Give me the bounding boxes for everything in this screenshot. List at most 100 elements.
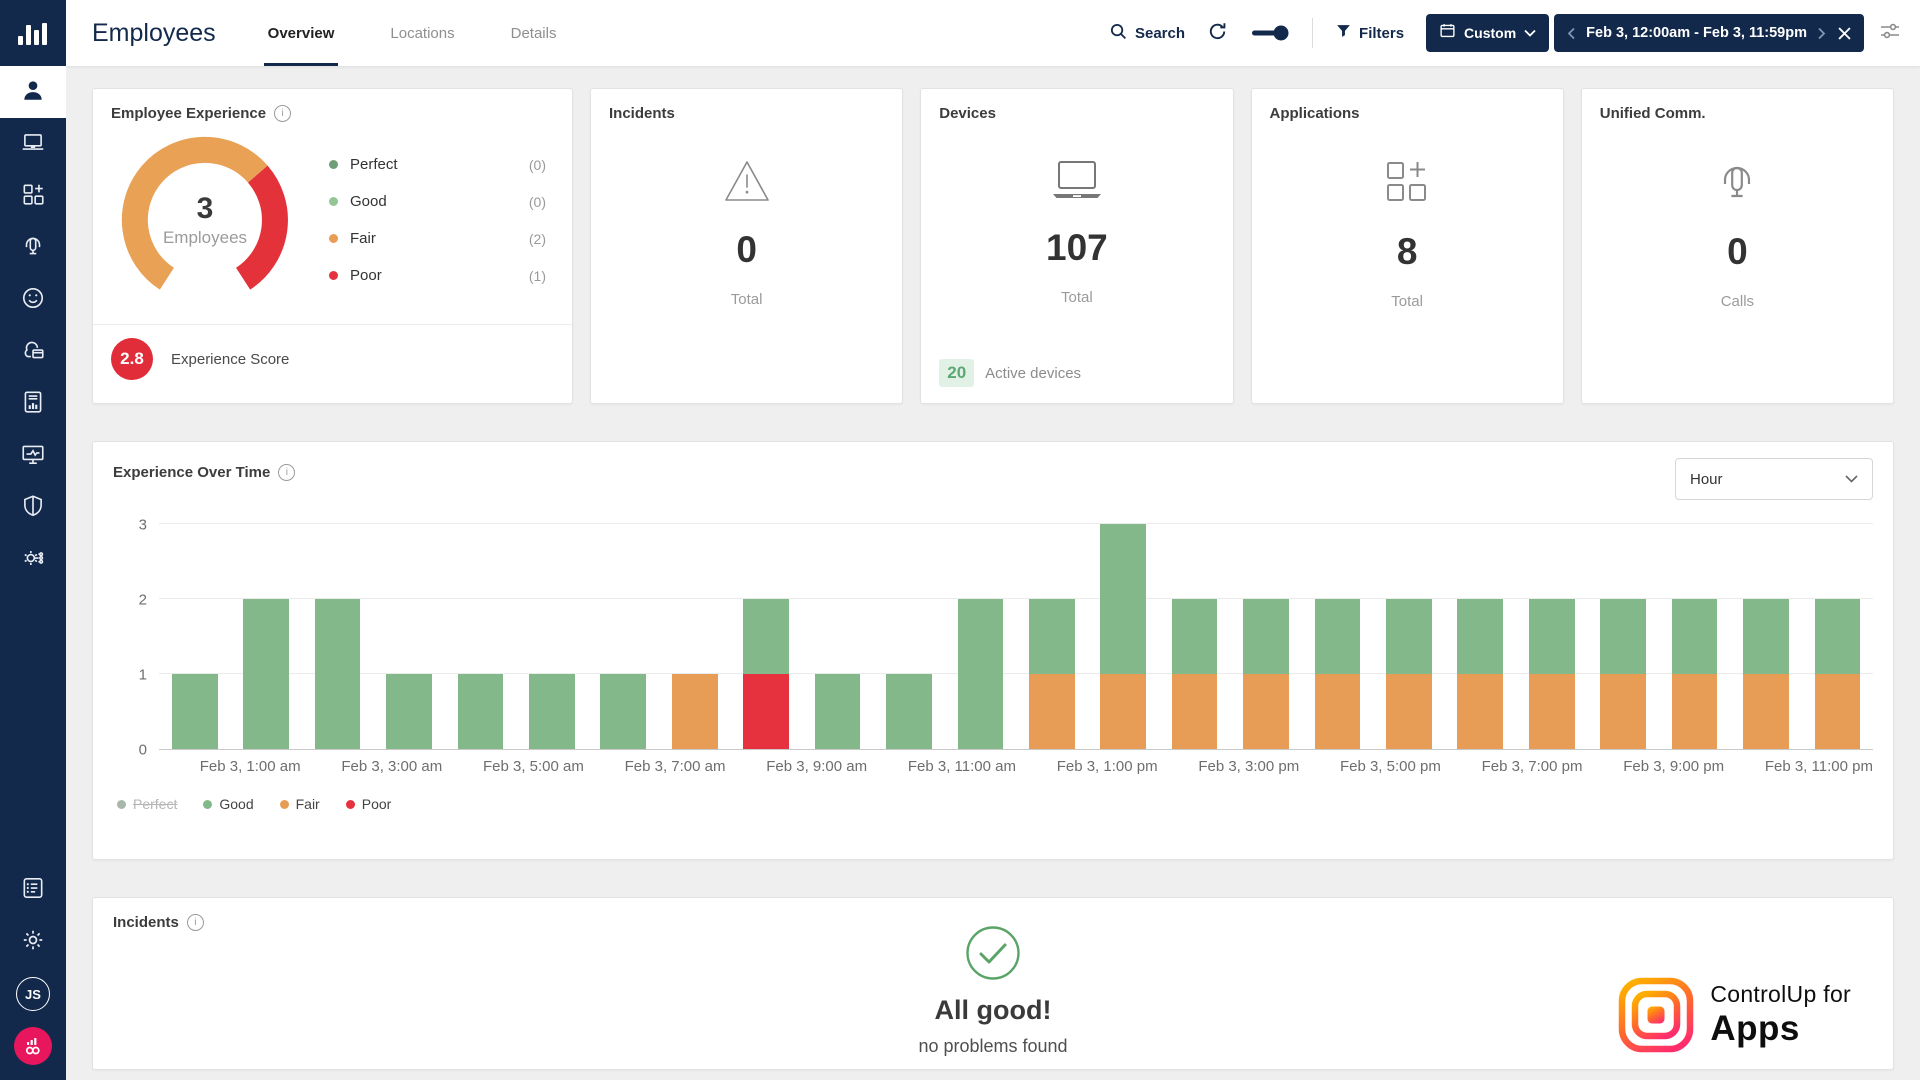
interval-dropdown[interactable]: Hour	[1675, 458, 1873, 500]
tab-locations[interactable]: Locations	[386, 0, 458, 66]
poor-dot-icon	[346, 800, 355, 809]
incidents-total-value: 0	[736, 229, 757, 271]
bar-segment-good	[172, 674, 218, 749]
x-tick-label: Feb 3, 11:00 am	[908, 758, 1016, 775]
controlup-round-logo[interactable]	[0, 1020, 66, 1072]
sidebar-item-release-notes[interactable]	[0, 864, 66, 916]
laptop-icon	[1049, 158, 1105, 207]
sidebar-item-devices[interactable]	[0, 118, 66, 170]
calendar-icon	[1439, 22, 1456, 44]
headset-mic-icon	[1713, 158, 1761, 211]
x-tick-label: Feb 3, 5:00 pm	[1340, 758, 1441, 775]
stacked-bar	[243, 599, 289, 749]
shield-icon	[20, 493, 46, 524]
bar-segment-fair	[672, 674, 718, 749]
stacked-bar	[1672, 599, 1718, 749]
bar-segment-fair	[1457, 674, 1503, 749]
bar-segment-fair	[1100, 674, 1146, 749]
legend-item-fair[interactable]: Fair (2)	[329, 220, 546, 257]
stacked-bar	[1029, 599, 1075, 749]
page-title: Employees	[92, 19, 216, 48]
legend-item-perfect[interactable]: Perfect (0)	[329, 146, 546, 183]
incidents-card: Incidents 0 Total	[590, 88, 903, 404]
interval-selected-value: Hour	[1690, 471, 1723, 488]
bars-infinity-icon	[22, 1035, 44, 1057]
bar-segment-good	[600, 674, 646, 749]
info-icon[interactable]: i	[278, 464, 295, 481]
devices-total-value: 107	[1046, 227, 1108, 269]
chart-legend: Perfect Good Fair Poor	[117, 796, 1873, 812]
notes-list-icon	[20, 875, 46, 906]
calls-total-value: 0	[1727, 231, 1748, 273]
sidebar-item-settings[interactable]	[0, 916, 66, 968]
apps-grid-plus-icon	[20, 181, 46, 212]
sidebar-item-automation[interactable]	[0, 534, 66, 586]
next-range-chevron-icon[interactable]	[1817, 27, 1826, 40]
sliders-icon	[1878, 19, 1902, 47]
search-button[interactable]: Search	[1109, 22, 1185, 45]
date-preset-dropdown[interactable]: Custom	[1426, 14, 1549, 52]
date-range-text[interactable]: Feb 3, 12:00am - Feb 3, 11:59pm	[1586, 25, 1807, 41]
applications-total-value: 8	[1397, 231, 1418, 273]
bar-segment-good	[315, 599, 361, 749]
sidebar-item-cloud-apps[interactable]	[0, 326, 66, 378]
view-settings-button[interactable]	[1878, 19, 1902, 47]
x-tick-label: Feb 3, 1:00 pm	[1057, 758, 1158, 775]
gauge-label: Employees	[163, 228, 247, 248]
tab-details[interactable]: Details	[507, 0, 561, 66]
bar-segment-fair	[1315, 674, 1361, 749]
chart-legend-good[interactable]: Good	[203, 796, 253, 812]
sidebar-item-security[interactable]	[0, 482, 66, 534]
stacked-bar	[1743, 599, 1789, 749]
chevron-down-icon	[1845, 475, 1858, 483]
y-tick-label: 0	[113, 742, 147, 759]
refresh-icon	[1207, 21, 1228, 46]
apps-grid-plus-icon	[1383, 158, 1431, 211]
x-tick-label: Feb 3, 9:00 pm	[1623, 758, 1724, 775]
experience-legend: Perfect (0) Good (0) Fair (2)	[329, 146, 546, 294]
bar-segment-fair	[1172, 674, 1218, 749]
poor-dot-icon	[329, 271, 338, 280]
sidebar-item-monitoring[interactable]	[0, 430, 66, 482]
user-avatar[interactable]: JS	[0, 968, 66, 1020]
stacked-bar	[672, 674, 718, 749]
bars-area	[159, 524, 1873, 749]
sidebar-item-applications[interactable]	[0, 170, 66, 222]
stacked-bar	[1386, 599, 1432, 749]
x-tick-label: Feb 3, 7:00 pm	[1482, 758, 1583, 775]
experience-over-time-card: Experience Over Time i Hour 0123 Feb 3, …	[92, 441, 1894, 860]
prev-range-chevron-icon[interactable]	[1567, 27, 1576, 40]
bar-segment-good	[1172, 599, 1218, 674]
legend-item-poor[interactable]: Poor (1)	[329, 257, 546, 294]
tab-overview[interactable]: Overview	[264, 0, 339, 66]
chart-legend-fair[interactable]: Fair	[280, 796, 320, 812]
x-tick-label: Feb 3, 7:00 am	[625, 758, 726, 775]
sidebar-item-employees[interactable]	[0, 66, 66, 118]
bar-segment-good	[1672, 599, 1718, 674]
toggle-switch[interactable]	[1250, 24, 1290, 42]
bar-segment-good	[1457, 599, 1503, 674]
x-tick-label: Feb 3, 11:00 pm	[1765, 758, 1873, 775]
stacked-bar	[386, 674, 432, 749]
headset-mic-icon	[20, 233, 46, 264]
filters-button[interactable]: Filters	[1335, 23, 1404, 44]
info-icon[interactable]: i	[274, 105, 291, 122]
chart-legend-poor[interactable]: Poor	[346, 796, 392, 812]
legend-item-good[interactable]: Good (0)	[329, 183, 546, 220]
stacked-bar	[886, 674, 932, 749]
chart-legend-perfect[interactable]: Perfect	[117, 796, 177, 812]
brand-line2: Apps	[1710, 1009, 1851, 1049]
sidebar-item-experience[interactable]	[0, 274, 66, 326]
controlup-bars-logo[interactable]	[0, 0, 66, 66]
stacked-bar	[1529, 599, 1575, 749]
refresh-button[interactable]	[1207, 21, 1228, 46]
clear-range-icon[interactable]	[1838, 27, 1851, 40]
sidebar-item-unified-comm[interactable]	[0, 222, 66, 274]
x-tick-label: Feb 3, 1:00 am	[200, 758, 301, 775]
bar-segment-good	[243, 599, 289, 749]
bar-segment-good	[886, 674, 932, 749]
good-dot-icon	[329, 197, 338, 206]
top-header: Employees Overview Locations Details Sea…	[66, 0, 1920, 66]
sidebar-item-reports[interactable]	[0, 378, 66, 430]
bar-segment-good	[1815, 599, 1861, 674]
